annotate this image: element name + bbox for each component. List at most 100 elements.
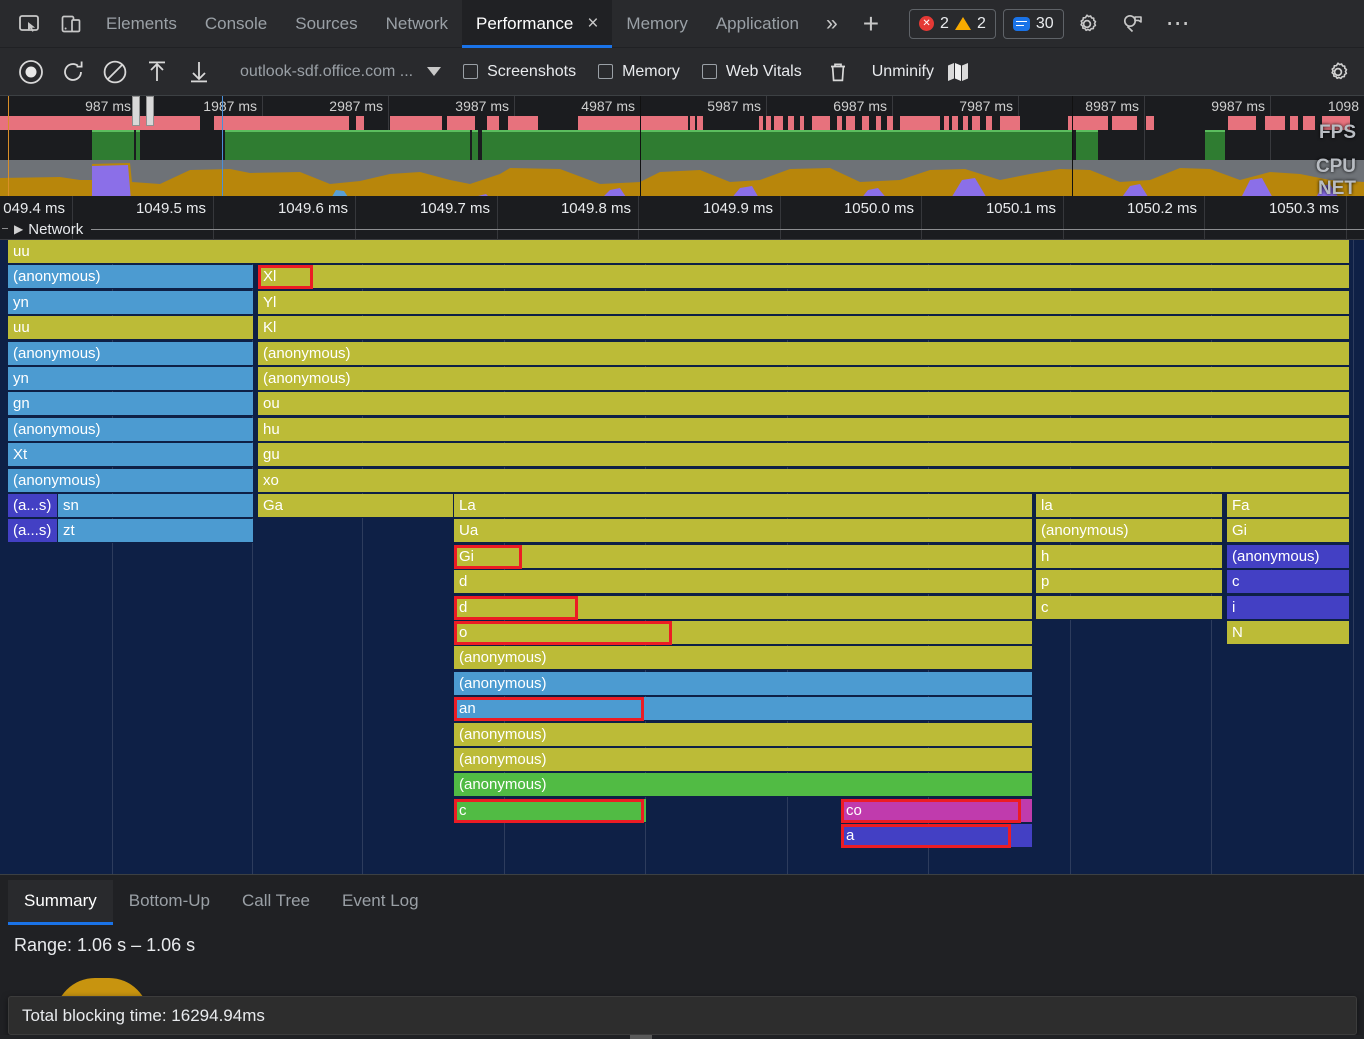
record-button-icon[interactable] [10,48,52,96]
tab-memory[interactable]: Memory [612,0,701,48]
tab-summary[interactable]: Summary [8,879,113,925]
flame-bar[interactable]: (a...s) [8,519,57,543]
tab-label: Network [385,13,448,33]
flame-bar[interactable]: c [1227,570,1349,594]
flame-bar[interactable]: N [1227,621,1349,645]
detail-ruler-tick-label: 1050.1 ms [985,200,1056,217]
web-vitals-checkbox[interactable]: Web Vitals [701,63,802,81]
tab-console[interactable]: Console [191,0,281,48]
device-toolbar-icon[interactable] [50,0,92,48]
tab-sources[interactable]: Sources [281,0,371,48]
chevron-down-icon[interactable] [427,67,442,76]
reload-and-record-icon[interactable] [52,48,94,96]
flame-bar[interactable]: Yl [258,291,1349,315]
flame-bar[interactable]: (anonymous) [454,748,1032,772]
flame-gridline [1353,240,1354,874]
overview-selection-handle-left[interactable] [132,96,140,126]
triangle-right-icon[interactable]: ▶ [14,222,23,236]
capture-settings-gear-icon[interactable] [1326,60,1350,84]
message-counter[interactable]: 30 [1002,8,1064,39]
flame-chart[interactable]: uu (anonymous) Xl yn Yl uu Kl (anonymous) (anony… [0,240,1364,874]
performance-toolbar: outlook-sdf.office.com ... Screenshots M… [0,48,1364,96]
tab-application[interactable]: Application [702,0,813,48]
memory-checkbox[interactable]: Memory [598,63,680,81]
flame-bar[interactable]: h [1036,545,1222,569]
horizontal-scrollbar[interactable] [0,1035,1364,1039]
flame-bar[interactable]: (anonymous) [454,672,1032,696]
overview-tick-label: 2987 ms [329,98,383,114]
overview-selection-handle-right[interactable] [146,96,154,126]
more-options-icon[interactable]: ⋯ [1156,9,1201,38]
flame-bar-selected[interactable]: c [454,799,646,823]
flame-bar[interactable]: xo [258,469,1349,493]
flame-bar[interactable]: c [1036,596,1222,620]
flame-bar[interactable]: sn [58,494,253,518]
flame-bar-selected[interactable]: o [454,621,1032,645]
flame-bar[interactable]: hu [258,418,1349,442]
flame-bar-selected[interactable]: co [841,799,1032,823]
error-warning-counter[interactable]: ✕ 2 2 [909,8,996,39]
flame-bar[interactable]: (anonymous) [454,723,1032,747]
tab-elements[interactable]: Elements [92,0,191,48]
flame-bar-selected[interactable]: Gi [454,545,1032,569]
flame-bar[interactable]: yn [8,367,253,391]
flame-bar-selected[interactable]: d [454,596,1032,620]
inspect-element-icon[interactable] [8,0,50,48]
flame-bar[interactable]: (anonymous) [8,265,253,289]
source-map-icon[interactable] [946,61,970,83]
flame-bar[interactable]: uu [8,316,253,340]
flame-bar[interactable]: d [454,570,1032,594]
gear-icon[interactable] [1064,12,1110,36]
flame-bar[interactable]: (anonymous) [258,367,1349,391]
clear-recording-icon[interactable] [94,48,136,96]
flame-bar[interactable]: La [454,494,1032,518]
timeline-overview[interactable]: 987 ms 1987 ms 2987 ms 3987 ms 4987 ms 5987 m… [0,96,1364,196]
flame-bar[interactable]: Gi [1227,519,1349,543]
tab-event-log[interactable]: Event Log [326,880,435,922]
tab-network[interactable]: Network [372,0,462,48]
flame-bar[interactable]: (anonymous) [1227,545,1349,569]
tab-bottom-up[interactable]: Bottom-Up [113,880,226,922]
flame-bar[interactable]: Fa [1227,494,1349,518]
flame-bar-selected[interactable]: an [454,697,1032,721]
tab-label: Application [715,13,799,33]
close-icon[interactable]: × [587,14,598,33]
flame-bar[interactable]: gn [8,392,253,416]
tab-performance[interactable]: Performance × [461,0,613,48]
flame-bar[interactable]: (anonymous) [1036,519,1222,543]
flame-bar[interactable]: (anonymous) [8,418,253,442]
flame-bar[interactable]: (a...s) [8,494,57,518]
flame-bar[interactable]: (anonymous) [258,342,1349,366]
flame-bar-selected[interactable]: Xl [258,265,1349,289]
flame-bar[interactable]: Kl [258,316,1349,340]
network-track-header[interactable]: ▶ Network [0,218,1364,240]
flame-bar[interactable]: (anonymous) [8,469,253,493]
save-profile-icon[interactable] [178,48,220,96]
flame-bar[interactable]: ou [258,392,1349,416]
flame-bar[interactable]: uu [8,240,1349,264]
plus-icon[interactable]: + [851,8,891,40]
tab-call-tree[interactable]: Call Tree [226,880,326,922]
scrollbar-thumb[interactable] [630,1035,652,1039]
flame-bar[interactable]: zt [58,519,253,543]
flame-bar[interactable]: (anonymous) [454,773,1032,797]
flame-bar[interactable]: gu [258,443,1349,467]
flame-bar[interactable]: yn [8,291,253,315]
flame-bar[interactable]: i [1227,596,1349,620]
chevron-double-right-icon[interactable]: » [813,12,851,36]
flame-bar[interactable]: Xt [8,443,253,467]
overview-tick-label: 1987 ms [203,98,257,114]
screenshots-checkbox[interactable]: Screenshots [463,63,576,81]
flame-bar[interactable]: Ga [258,494,453,518]
trash-icon[interactable] [826,60,850,84]
flame-bar[interactable]: la [1036,494,1222,518]
flame-bar[interactable]: p [1036,570,1222,594]
recording-target-label[interactable]: outlook-sdf.office.com ... [240,63,413,81]
flame-bar[interactable]: (anonymous) [454,646,1032,670]
load-profile-icon[interactable] [136,48,178,96]
issues-icon[interactable] [1110,12,1156,36]
unminify-button[interactable]: Unminify [872,63,934,81]
flame-bar[interactable]: Ua [454,519,1032,543]
flame-bar-selected[interactable]: a [841,824,1032,848]
flame-bar[interactable]: (anonymous) [8,342,253,366]
